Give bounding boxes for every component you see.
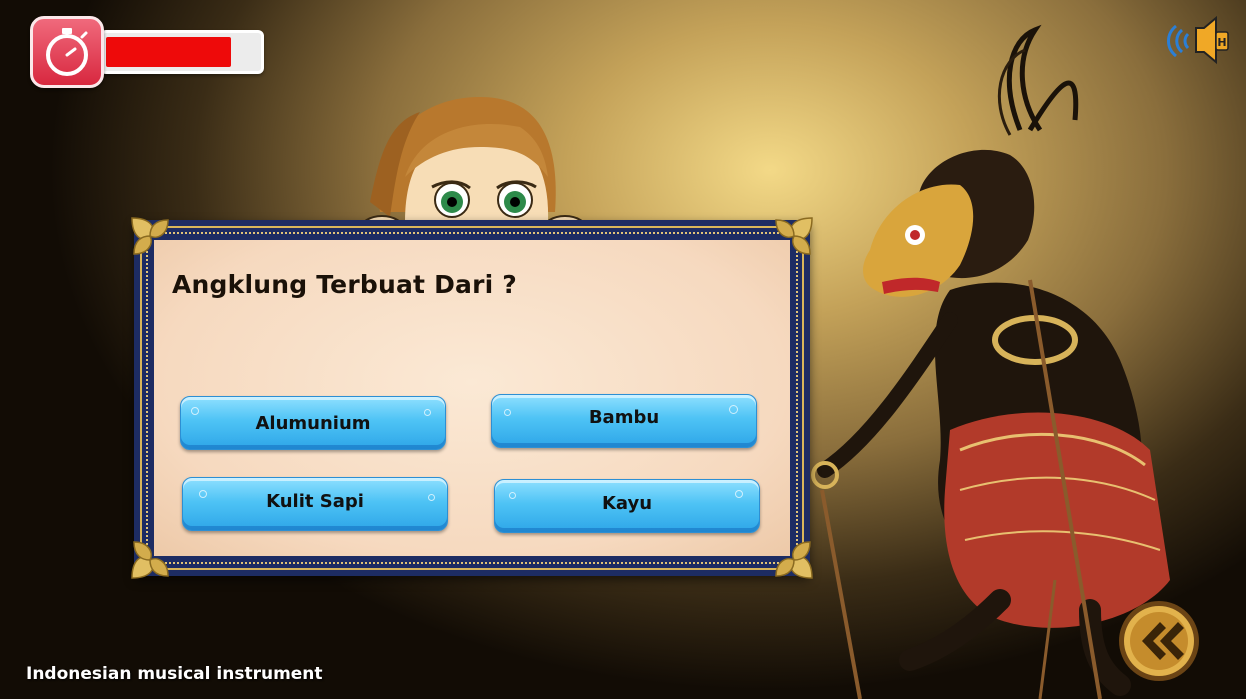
ornament-corner-icon	[775, 541, 813, 579]
answer-button-alumunium[interactable]: Alumunium	[180, 396, 446, 450]
ornament-corner-icon	[131, 217, 169, 255]
answer-label: Kayu	[601, 492, 653, 514]
ornament-corner-icon	[775, 217, 813, 255]
double-chevron-left-icon[interactable]	[1116, 598, 1202, 684]
footer-caption: Indonesian musical instrument	[26, 664, 323, 684]
answer-button-bambu[interactable]: Bambu	[491, 394, 757, 448]
answer-label: Bambu	[588, 406, 660, 428]
timer-bar	[100, 30, 264, 74]
timer-bar-fill	[106, 37, 231, 67]
speaker-icon[interactable]: H	[1160, 14, 1230, 66]
answer-label: Kulit Sapi	[266, 490, 364, 512]
answer-button-kayu[interactable]: Kayu	[494, 479, 760, 533]
timer-badge	[30, 16, 104, 88]
stopwatch-icon	[46, 28, 88, 76]
svg-text:H: H	[1217, 36, 1226, 49]
answer-button-kulit-sapi[interactable]: Kulit Sapi	[182, 477, 448, 531]
answer-label: Alumunium	[255, 412, 371, 434]
ornament-corner-icon	[131, 541, 169, 579]
timer-hud	[30, 16, 266, 90]
question-text: Angklung Terbuat Dari ?	[172, 270, 517, 299]
